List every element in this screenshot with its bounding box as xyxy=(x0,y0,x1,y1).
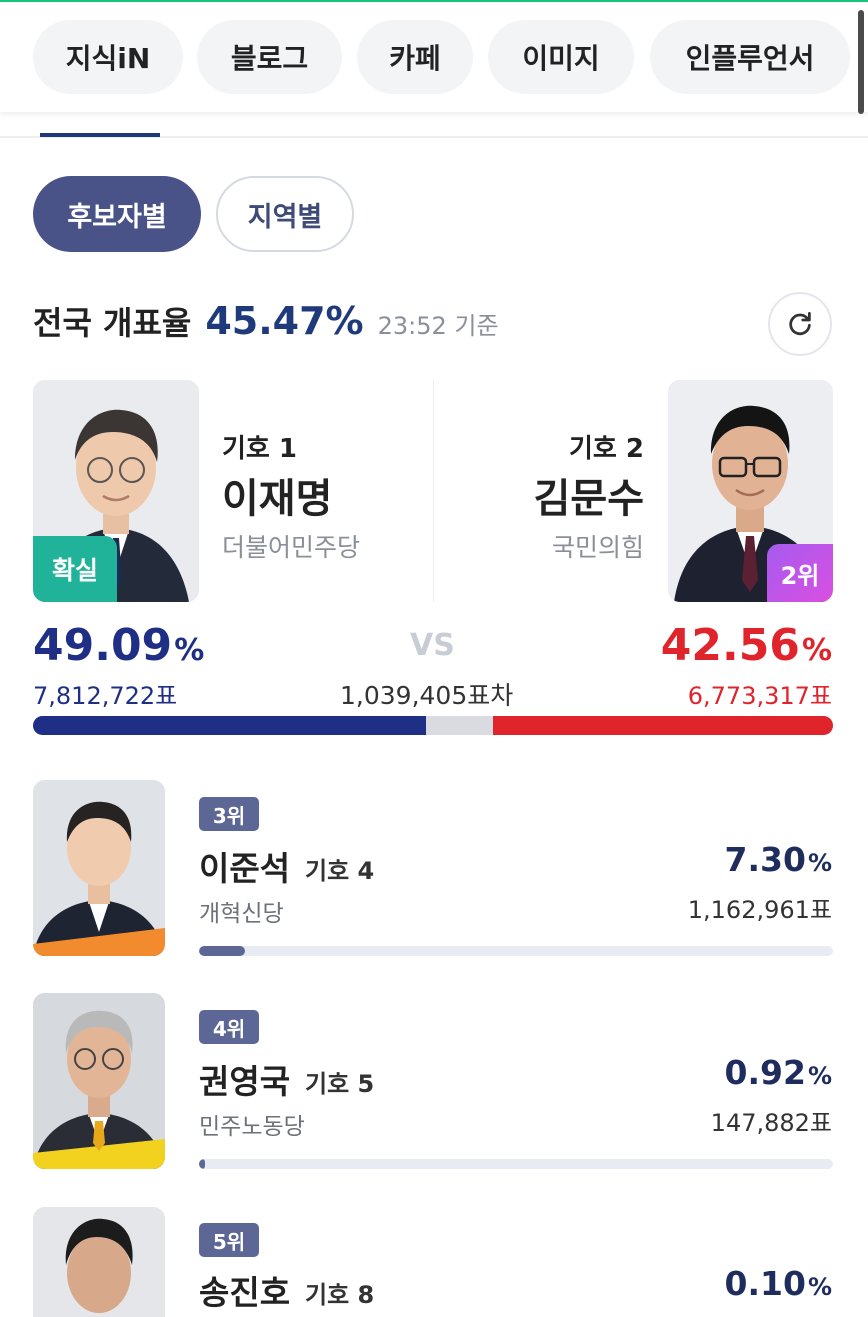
percent-unit-5: % xyxy=(807,1273,832,1301)
chip-knowledge-in[interactable]: 지식iN xyxy=(33,20,183,94)
candidate-photo-left[interactable]: 확실 xyxy=(33,380,199,602)
chip-cafe[interactable]: 카페 xyxy=(357,20,473,94)
right-candidate-percent: 42.56% xyxy=(661,620,832,671)
percent-value-3: 7.30 xyxy=(724,840,806,879)
left-candidate-percent: 49.09% xyxy=(33,620,204,671)
right-percent-value: 42.56 xyxy=(660,620,800,671)
candidate-party-4: 민주노동당 xyxy=(199,1114,305,1140)
candidate-photo-4[interactable] xyxy=(33,993,165,1169)
candidate-percent-3: 7.30% xyxy=(725,840,832,879)
confirmed-badge: 확실 xyxy=(33,536,117,602)
vote-share-bar-left xyxy=(33,716,426,735)
candidate-photo-5[interactable] xyxy=(33,1207,165,1317)
candidate-name-4[interactable]: 권영국 xyxy=(199,1055,290,1103)
tab-by-candidate[interactable]: 후보자별 xyxy=(33,176,201,252)
left-candidate-name[interactable]: 이재명 xyxy=(222,466,332,524)
left-candidate-votes: 7,812,722표 xyxy=(33,682,178,710)
vertical-nav-bar: 지식iN 블로그 카페 이미지 인플루언서 xyxy=(0,0,868,114)
candidate-number-5: 기호 8 xyxy=(305,1281,375,1309)
vote-bar-4 xyxy=(199,1159,833,1169)
left-candidate-party: 더불어민주당 xyxy=(222,533,361,562)
chip-influencer[interactable]: 인플루언서 xyxy=(650,20,850,94)
left-percent-unit: % xyxy=(174,633,205,668)
candidate-number-3: 기호 4 xyxy=(305,857,375,885)
scrollbar[interactable] xyxy=(858,10,864,114)
right-candidate-name[interactable]: 김문수 xyxy=(534,466,644,524)
counting-rate-row: 전국 개표율 45.47% 23:52 기준 xyxy=(33,298,499,348)
candidate-portrait-3 xyxy=(33,780,165,956)
candidate-name-5[interactable]: 송진호 xyxy=(199,1266,290,1314)
candidate-divider xyxy=(433,380,434,602)
candidate-photo-right[interactable]: 2위 xyxy=(668,380,833,602)
candidate-party-3: 개혁신당 xyxy=(199,901,284,927)
percent-unit-4: % xyxy=(807,1062,832,1090)
tab-by-region[interactable]: 지역별 xyxy=(216,176,354,252)
left-candidate-number: 기호 1 xyxy=(222,434,297,464)
rank-badge-3: 3위 xyxy=(199,797,259,831)
refresh-button[interactable] xyxy=(768,292,832,356)
vote-bar-fill-4 xyxy=(199,1159,205,1169)
percent-unit-3: % xyxy=(807,849,832,877)
chip-blog[interactable]: 블로그 xyxy=(197,20,342,94)
candidate-votes-4: 147,882표 xyxy=(710,1109,832,1137)
left-percent-value: 49.09 xyxy=(33,620,173,671)
rank-badge-4: 4위 xyxy=(199,1010,259,1044)
vote-bar-3 xyxy=(199,946,833,956)
right-percent-unit: % xyxy=(801,633,832,668)
vote-difference: 1,039,405표차 xyxy=(340,681,514,710)
vote-share-bar-right xyxy=(492,716,833,735)
candidate-portrait-5 xyxy=(33,1207,165,1317)
chip-image[interactable]: 이미지 xyxy=(488,20,634,94)
candidate-name-3[interactable]: 이준석 xyxy=(199,842,290,890)
candidate-photo-3[interactable] xyxy=(33,780,165,956)
active-tab-indicator xyxy=(40,133,160,137)
vote-share-bar xyxy=(33,716,833,735)
candidate-number-4: 기호 5 xyxy=(305,1070,375,1098)
counting-rate-label: 전국 개표율 xyxy=(33,304,192,342)
percent-value-4: 0.92 xyxy=(724,1053,806,1092)
candidate-votes-3: 1,162,961표 xyxy=(687,896,832,924)
rank-badge-5: 5위 xyxy=(199,1223,259,1257)
right-candidate-votes: 6,773,317표 xyxy=(687,682,832,710)
counting-rate-time: 23:52 기준 xyxy=(377,312,499,340)
rank-badge-2: 2위 xyxy=(767,544,833,602)
right-candidate-number: 기호 2 xyxy=(569,434,644,464)
refresh-icon xyxy=(789,312,811,336)
candidate-percent-4: 0.92% xyxy=(725,1053,832,1092)
right-candidate-party: 국민의힘 xyxy=(551,533,644,562)
counting-rate-value: 45.47% xyxy=(205,299,364,343)
candidate-percent-5: 0.10% xyxy=(725,1264,832,1303)
candidate-portrait-4 xyxy=(33,993,165,1169)
vote-bar-fill-3 xyxy=(199,946,246,956)
percent-value-5: 0.10 xyxy=(724,1264,806,1303)
vs-label: VS xyxy=(410,628,455,663)
